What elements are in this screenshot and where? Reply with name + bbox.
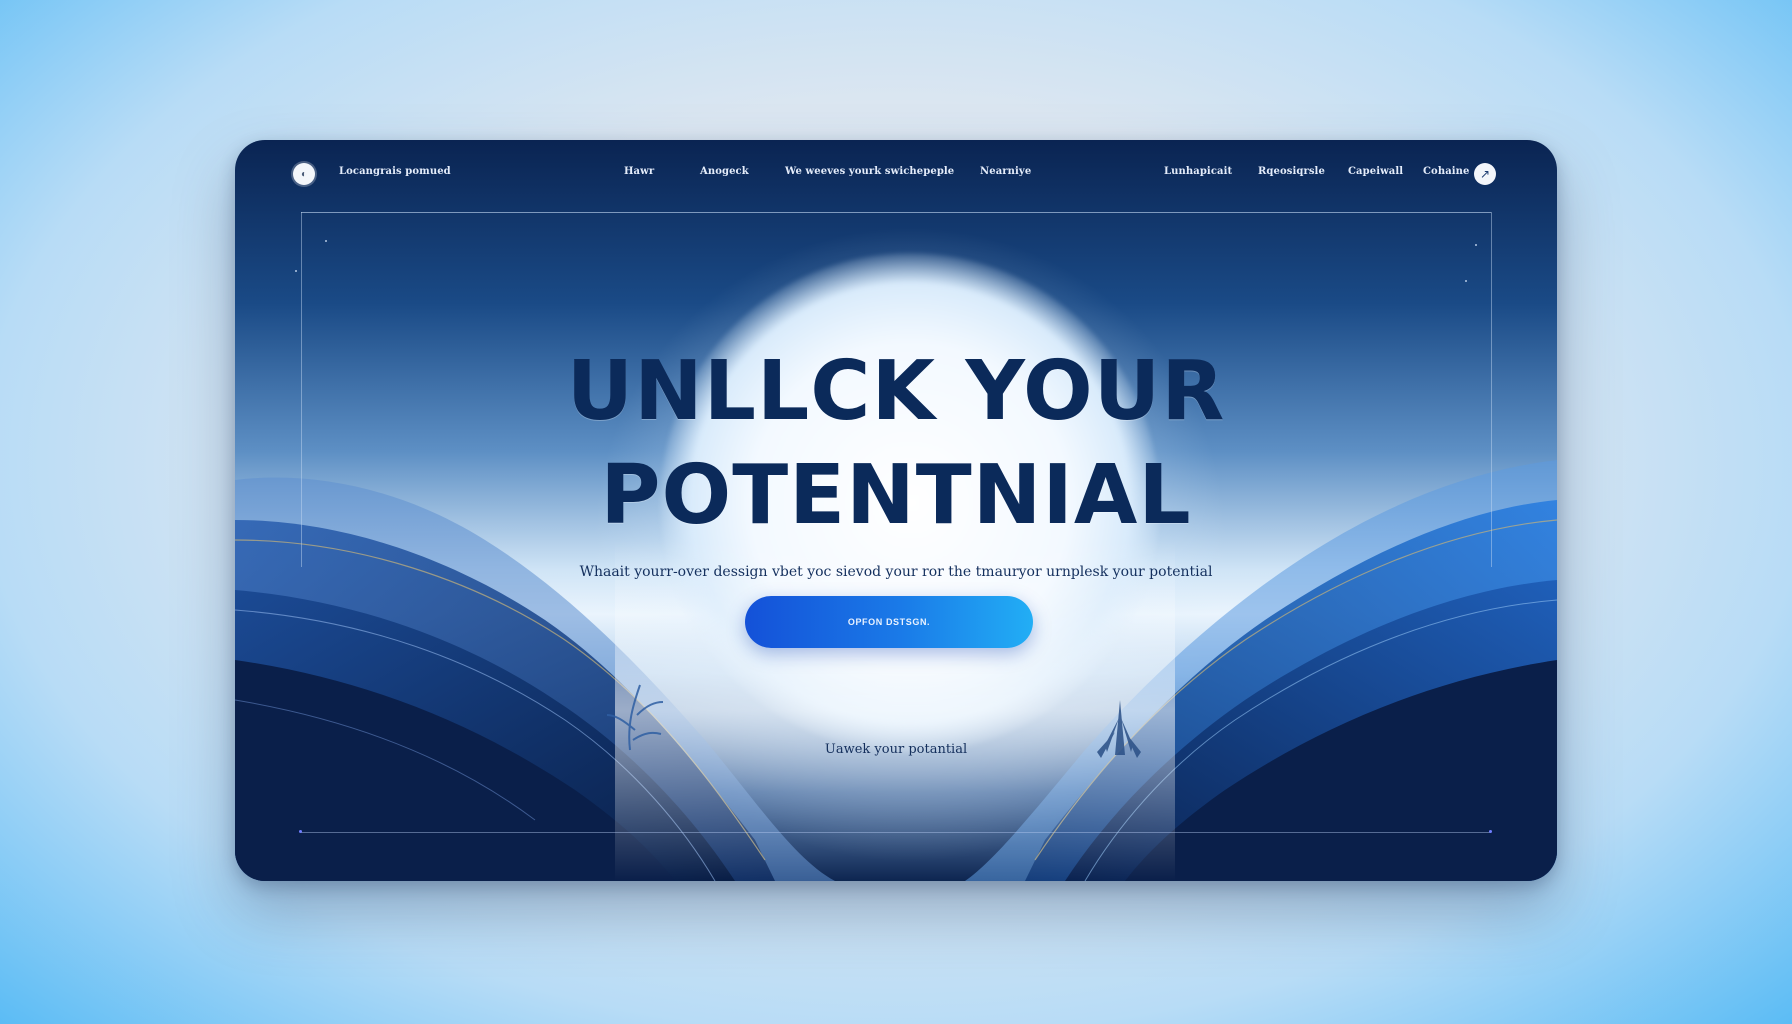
- star: [325, 240, 327, 242]
- frame-line: [301, 832, 1491, 833]
- nav-link-1[interactable]: Hawr: [624, 166, 654, 177]
- nav-link-3[interactable]: We weeves yourk swichepeple: [785, 166, 954, 177]
- headline-line-2: POTENTNIAL: [600, 448, 1192, 543]
- corner-dot: [1489, 830, 1492, 833]
- hero-footnote: Uawek your potantial: [824, 742, 968, 757]
- headline-line-1: UNLLCK YOUR: [566, 344, 1226, 439]
- nav-link-4[interactable]: Nearniye: [980, 166, 1031, 177]
- arrow-diagonal-icon[interactable]: ↗: [1474, 163, 1496, 185]
- star: [295, 270, 297, 272]
- cta-button[interactable]: OPFON DSTSGN.: [745, 596, 1033, 648]
- corner-dot: [299, 830, 302, 833]
- brand-name[interactable]: Locangrais pomued: [339, 166, 451, 177]
- nav-link-right-2[interactable]: Rqeosiqrsle: [1258, 166, 1325, 177]
- logo-circle-icon[interactable]: ◐: [293, 163, 315, 185]
- frame-line: [301, 212, 1491, 213]
- nav-link-2[interactable]: Anogeck: [700, 166, 749, 177]
- nav-link-right-1[interactable]: Lunhapicait: [1164, 166, 1232, 177]
- nav-link-right-4[interactable]: Cohaine: [1423, 166, 1470, 177]
- nav-link-right-3[interactable]: Capeiwall: [1348, 166, 1403, 177]
- hero-headline: UNLLCK YOUR POTENTNIAL: [235, 340, 1557, 548]
- hero-subtitle: Whaait yourr-over dessign vbet yoc sievo…: [579, 564, 1213, 580]
- star: [1465, 280, 1467, 282]
- hero-card: ◐ Locangrais pomued Hawr Anogeck We weev…: [235, 140, 1557, 881]
- star: [1475, 244, 1477, 246]
- top-navigation: ◐ Locangrais pomued Hawr Anogeck We weev…: [235, 140, 1557, 212]
